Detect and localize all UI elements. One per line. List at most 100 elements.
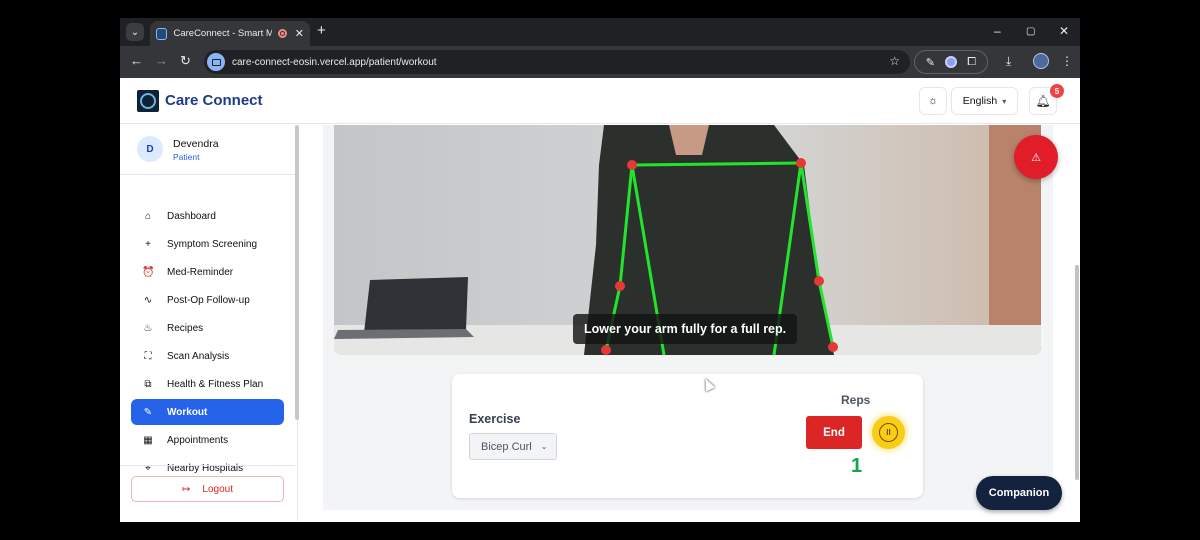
- pen-extension-icon[interactable]: ✎: [922, 56, 938, 69]
- sidebar-item-label: Scan Analysis: [167, 350, 230, 362]
- profile-avatar[interactable]: [1033, 53, 1049, 69]
- favicon-icon: [156, 27, 168, 40]
- workout-controls-card: Exercise Bicep Curl ⌄ Reps End II 1: [452, 374, 923, 498]
- app-header: Care Connect ☼ English ▾ 🔔︎ 5: [120, 78, 1080, 124]
- sidebar-item-dashboard[interactable]: ⌂ Dashboard: [131, 203, 284, 229]
- divider: [120, 465, 295, 466]
- sidebar-item-recipes[interactable]: ♨ Recipes: [131, 315, 284, 341]
- sidebar-item-label: Dashboard: [167, 210, 216, 222]
- recording-indicator-icon: [278, 29, 287, 38]
- bell-icon: 🔔︎: [1035, 94, 1051, 108]
- camera-in-use-icon[interactable]: [207, 53, 225, 71]
- logout-icon: ↦: [182, 483, 191, 495]
- dashboard-icon: ⌂: [144, 210, 152, 222]
- chevron-down-icon: ⌄: [540, 442, 548, 451]
- sidebar-item-appointments[interactable]: ▦ Appointments: [131, 427, 284, 453]
- exercise-selected: Bicep Curl: [481, 440, 532, 453]
- browser-window: ⌄ CareConnect - Smart Medic ✕ + – ▢ ✕ ← …: [120, 18, 1080, 522]
- sidebar-item-label: Recipes: [167, 322, 204, 334]
- post-op-follow-up-icon: ∿: [143, 294, 153, 306]
- brand-name[interactable]: Care Connect: [165, 92, 263, 109]
- appointments-icon: ▦: [143, 434, 153, 446]
- recipes-icon: ♨: [143, 322, 153, 334]
- tab-strip: ⌄ CareConnect - Smart Medic ✕ + – ▢ ✕: [120, 18, 1080, 46]
- main-content: Lower your arm fully for a full rep. ⚠ E…: [300, 125, 1080, 522]
- theme-toggle-button[interactable]: ☼: [919, 87, 947, 115]
- browser-toolbar: ← → ↻ care-connect-eosin.vercel.app/pati…: [120, 46, 1080, 78]
- logo-icon[interactable]: [137, 90, 159, 112]
- left-shoulder-joint: [627, 160, 637, 170]
- sidebar-scrollbar[interactable]: [295, 125, 299, 420]
- left-wrist-joint: [601, 345, 611, 355]
- web-page: Care Connect ☼ English ▾ 🔔︎ 5 D Devendra…: [120, 78, 1080, 522]
- health-fitness-plan-icon: ⧉: [144, 378, 152, 390]
- download-icon[interactable]: ⤓: [1006, 54, 1011, 69]
- right-shoulder-joint: [796, 158, 806, 168]
- sidebar-item-med-reminder[interactable]: ⏰ Med-Reminder: [131, 259, 284, 285]
- reps-label: Reps: [841, 393, 871, 407]
- scan-analysis-icon: ⛶: [144, 350, 152, 362]
- language-select[interactable]: English ▾: [951, 87, 1018, 115]
- alert-triangle-icon: ⚠: [1031, 151, 1041, 164]
- bookmark-star-icon[interactable]: ☆: [889, 54, 900, 68]
- page-scrollbar[interactable]: [1075, 265, 1079, 480]
- pause-button[interactable]: II: [872, 416, 905, 449]
- sidebar-item-workout[interactable]: ✎ Workout: [131, 399, 284, 425]
- logout-button[interactable]: ↦ Logout: [131, 476, 284, 502]
- form-feedback-caption: Lower your arm fully for a full rep.: [573, 314, 798, 344]
- camera-feed: Lower your arm fully for a full rep.: [334, 125, 1041, 355]
- sidebar-item-label: Workout: [167, 406, 208, 418]
- puzzle-icon[interactable]: ⧠: [964, 56, 980, 69]
- sidebar-item-symptom-screening[interactable]: + Symptom Screening: [131, 231, 284, 257]
- symptom-screening-icon: +: [145, 238, 151, 250]
- restore-button[interactable]: ▢: [1026, 26, 1035, 37]
- browser-tab[interactable]: CareConnect - Smart Medic ✕: [150, 21, 310, 46]
- right-wrist-joint: [828, 342, 838, 352]
- sidebar-item-label: Health & Fitness Plan: [167, 378, 264, 390]
- chevron-down-icon: ▾: [1002, 96, 1007, 106]
- extensions-group: ✎ ⧠: [914, 50, 988, 74]
- person-neck: [669, 125, 709, 155]
- logout-label: Logout: [202, 483, 233, 495]
- left-elbow-joint: [615, 281, 625, 291]
- back-arrow-icon[interactable]: ←: [130, 53, 143, 68]
- sidebar-item-post-op-follow-up[interactable]: ∿ Post-Op Follow-up: [131, 287, 284, 313]
- menu-dots-icon[interactable]: ⋮: [1061, 54, 1073, 68]
- sidebar-item-scan-analysis[interactable]: ⛶ Scan Analysis: [131, 343, 284, 369]
- right-elbow-joint: [814, 276, 824, 286]
- language-value: English: [962, 95, 998, 107]
- exercise-label: Exercise: [469, 412, 521, 426]
- laptop-screen: [364, 277, 468, 333]
- sidebar-item-label: Med-Reminder: [167, 266, 234, 278]
- tab-search-button[interactable]: ⌄: [126, 23, 144, 41]
- rep-counter: 1: [851, 455, 863, 477]
- emergency-sos-button[interactable]: ⚠: [1014, 135, 1058, 179]
- notification-count-badge: 5: [1050, 84, 1064, 98]
- address-bar[interactable]: care-connect-eosin.vercel.app/patient/wo…: [204, 50, 910, 74]
- workout-icon: ✎: [143, 406, 153, 418]
- url-text[interactable]: care-connect-eosin.vercel.app/patient/wo…: [232, 57, 437, 68]
- forward-arrow-icon[interactable]: →: [155, 53, 168, 68]
- sidebar-item-health-fitness-plan[interactable]: ⧉ Health & Fitness Plan: [131, 371, 284, 397]
- sidebar-item-label: Appointments: [167, 434, 229, 446]
- reload-icon[interactable]: ↻: [180, 53, 191, 69]
- pause-icon: II: [879, 423, 898, 442]
- user-role: Patient: [173, 152, 200, 162]
- minimize-button[interactable]: –: [994, 24, 1001, 38]
- avatar: D: [137, 136, 163, 162]
- exercise-select[interactable]: Bicep Curl ⌄: [469, 433, 557, 460]
- med-reminder-icon: ⏰: [142, 266, 155, 278]
- shoulder-line: [631, 161, 802, 167]
- sun-icon: ☼: [927, 95, 939, 107]
- close-window-button[interactable]: ✕: [1059, 24, 1069, 38]
- user-name: Devendra: [173, 138, 219, 150]
- new-tab-button[interactable]: +: [317, 22, 326, 39]
- tab-close-icon[interactable]: ✕: [295, 27, 304, 40]
- sidebar-item-label: Symptom Screening: [167, 238, 258, 250]
- extension-icon[interactable]: [944, 56, 957, 68]
- companion-button[interactable]: Companion: [976, 476, 1062, 510]
- user-profile: D Devendra Patient: [120, 125, 295, 175]
- tab-title: CareConnect - Smart Medic: [173, 28, 273, 39]
- end-workout-button[interactable]: End: [806, 416, 862, 449]
- sidebar: D Devendra Patient ⌂ Dashboard + Symptom Sc…: [120, 125, 299, 522]
